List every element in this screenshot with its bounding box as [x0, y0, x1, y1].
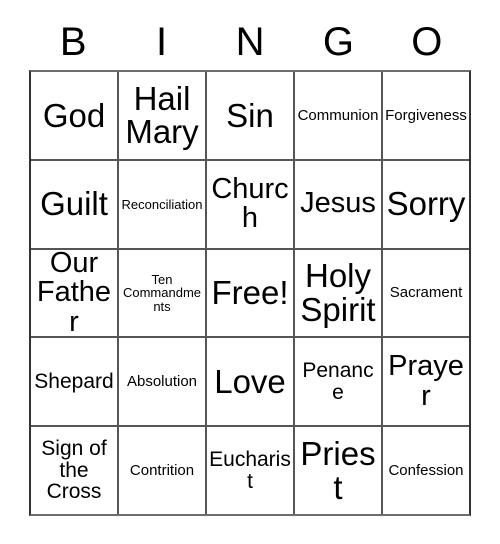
- bingo-cell[interactable]: Communion: [293, 72, 381, 159]
- bingo-cell[interactable]: Forgiveness: [381, 72, 469, 159]
- bingo-cell[interactable]: God: [31, 72, 117, 159]
- bingo-cell[interactable]: Contrition: [117, 427, 205, 514]
- bingo-row: God Hail Mary Sin Communion Forgiveness: [31, 72, 469, 159]
- bingo-cell[interactable]: Guilt: [31, 161, 117, 248]
- bingo-cell[interactable]: Church: [205, 160, 293, 248]
- bingo-grid: God Hail Mary Sin Communion Forgiveness …: [29, 70, 471, 516]
- bingo-cell[interactable]: Ten Commandments: [117, 249, 205, 337]
- bingo-row: Our Father Ten Commandments Free! Holy S…: [31, 247, 469, 337]
- bingo-cell[interactable]: Prayer: [381, 338, 469, 426]
- bingo-card: B I N G O God Hail Mary Sin Communion Fo…: [0, 0, 500, 544]
- bingo-cell[interactable]: Sign of the Cross: [31, 427, 117, 514]
- bingo-cell[interactable]: Absolution: [117, 338, 205, 426]
- bingo-cell[interactable]: Jesus: [293, 160, 381, 248]
- bingo-cell[interactable]: Penance: [293, 338, 381, 426]
- bingo-header-row: B I N G O: [29, 14, 471, 70]
- bingo-cell[interactable]: Sin: [205, 72, 293, 159]
- bingo-row: Guilt Reconciliation Church Jesus Sorry: [31, 158, 469, 248]
- bingo-cell[interactable]: Holy Spirit: [293, 249, 381, 337]
- bingo-cell-free-space[interactable]: Free!: [205, 249, 293, 337]
- bingo-cell[interactable]: Priest: [293, 427, 381, 514]
- bingo-cell[interactable]: Love: [205, 338, 293, 426]
- bingo-header-letter-o: O: [411, 20, 443, 64]
- bingo-cell[interactable]: Confession: [381, 427, 469, 514]
- bingo-cell[interactable]: Hail Mary: [117, 72, 205, 159]
- bingo-header-letter-n: N: [235, 20, 265, 64]
- bingo-cell[interactable]: Sacrament: [381, 249, 469, 337]
- bingo-cell[interactable]: Eucharist: [205, 427, 293, 514]
- bingo-row: Sign of the Cross Contrition Eucharist P…: [31, 425, 469, 514]
- bingo-header-letter-g: G: [322, 20, 354, 64]
- bingo-row: Shepard Absolution Love Penance Prayer: [31, 336, 469, 426]
- bingo-cell[interactable]: Sorry: [381, 160, 469, 248]
- bingo-header-letter-b: B: [59, 20, 87, 64]
- bingo-header-letter-i: I: [156, 20, 168, 64]
- bingo-cell[interactable]: Shepard: [31, 338, 117, 425]
- bingo-cell[interactable]: Reconciliation: [117, 160, 205, 248]
- bingo-cell[interactable]: Our Father: [31, 250, 117, 337]
